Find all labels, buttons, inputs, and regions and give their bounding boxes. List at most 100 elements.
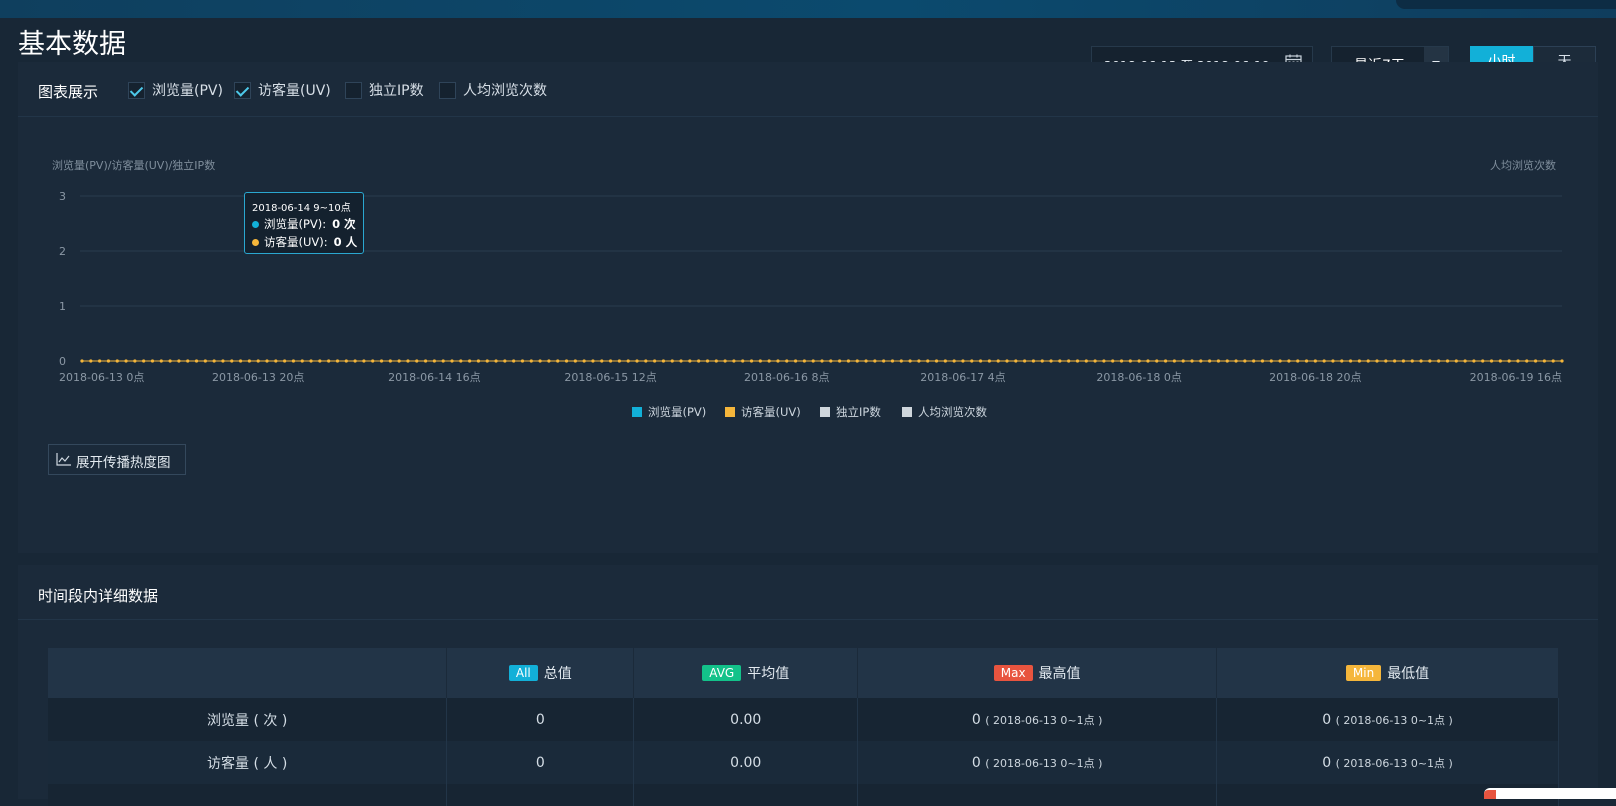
data-point (741, 359, 745, 363)
row-metric-name: 浏览量 ( 次 ) (48, 698, 448, 741)
data-point (1542, 359, 1546, 363)
row-total: 0 (446, 698, 635, 741)
data-point (309, 359, 313, 363)
table-header-row: All 总值 AVG 平均值 Max 最高值 Min 最低值 (48, 648, 1559, 698)
data-point (864, 359, 868, 363)
x-tick-label: 2018-06-19 16点 (1470, 371, 1562, 384)
data-point (917, 359, 921, 363)
data-point (1401, 359, 1406, 363)
data-point (767, 359, 771, 363)
row-empty (633, 784, 859, 806)
data-point (705, 359, 710, 363)
x-tick-label: 2018-06-16 8点 (744, 371, 829, 384)
tooltip-pv-row: 浏览量(PV): 0 次 (252, 216, 363, 232)
data-point (1340, 359, 1344, 363)
row-avg: 0.00 (633, 741, 859, 784)
data-point (600, 359, 604, 363)
expand-heatmap-button[interactable]: 展开传播热度图 (48, 444, 186, 475)
x-tick-label: 2018-06-13 0点 (59, 371, 144, 384)
data-point (335, 359, 340, 363)
data-point (459, 359, 463, 363)
data-point (212, 359, 216, 363)
data-point (1216, 359, 1221, 363)
data-point (564, 359, 569, 363)
legend-label-uv: 访客量(UV) (741, 405, 801, 419)
data-point (1384, 359, 1388, 363)
x-tick-label: 2018-06-17 4点 (920, 371, 1005, 384)
table-header-avg: AVG 平均值 (633, 648, 859, 698)
data-point (1278, 359, 1282, 363)
data-point (1252, 359, 1256, 363)
data-point (344, 359, 348, 363)
row-max: 0 ( 2018-06-13 0~1点 ) (857, 741, 1218, 784)
data-point (626, 359, 630, 363)
row-min-value: 0 (1322, 754, 1332, 771)
uv-dot-icon (252, 238, 259, 246)
data-point (776, 359, 780, 363)
data-point (265, 359, 269, 363)
data-point (679, 359, 683, 363)
detail-panel-label: 时间段内详细数据 (38, 587, 159, 605)
data-point (1437, 359, 1441, 363)
badge-max: Max (993, 665, 1033, 681)
data-point (1058, 359, 1062, 363)
data-point (855, 359, 859, 363)
data-point (943, 359, 947, 363)
data-point (98, 359, 102, 363)
data-point (485, 359, 489, 363)
data-point (512, 359, 516, 363)
data-point (1472, 359, 1476, 363)
row-metric-name: 访客量 ( 人 ) (48, 741, 448, 784)
table-header-metric (48, 648, 448, 698)
data-point (1393, 359, 1397, 363)
data-point (1049, 359, 1053, 363)
badge-all: All (508, 665, 538, 681)
floating-widget[interactable] (1484, 788, 1616, 799)
data-point (1093, 359, 1097, 363)
data-point (723, 359, 727, 363)
row-max-value: 0 (971, 754, 981, 771)
tooltip-uv-label: 访客量(UV): (264, 235, 328, 249)
data-point (115, 359, 119, 363)
legend-item-avg-views[interactable]: 人均浏览次数 (902, 404, 987, 420)
data-point (785, 359, 789, 363)
data-point (142, 359, 146, 363)
data-point (582, 359, 586, 363)
data-point (318, 359, 322, 363)
line-chart-icon (56, 453, 71, 466)
legend-item-pv[interactable]: 浏览量(PV) (632, 404, 706, 420)
data-point (476, 359, 481, 363)
data-point (529, 359, 533, 363)
line-chart[interactable]: 0 1 2 3 2018-06-13 0点 2018-06-13 20点 2018-06-1… (0, 0, 1616, 400)
data-point (133, 359, 137, 363)
data-point (608, 359, 613, 363)
data-point (300, 359, 304, 363)
data-point (1313, 359, 1317, 363)
data-point (203, 359, 207, 363)
data-point (221, 359, 225, 363)
data-point (952, 359, 956, 363)
data-point (1225, 359, 1229, 363)
data-point (1199, 359, 1203, 363)
data-point (150, 359, 155, 363)
chart-tooltip: 2018-06-14 9~10点 浏览量(PV): 0 次 访客量(UV): 0 人 (244, 192, 364, 254)
data-point (1128, 359, 1132, 363)
data-point (635, 359, 639, 363)
table-header-max: Max 最高值 (857, 648, 1218, 698)
data-point (838, 359, 842, 363)
legend-item-uv[interactable]: 访客量(UV) (725, 404, 801, 420)
data-point (1428, 359, 1432, 363)
header-avg-label: 平均值 (747, 666, 790, 682)
legend-item-ip[interactable]: 独立IP数 (820, 404, 881, 420)
data-point (1243, 359, 1247, 363)
data-point (644, 359, 648, 363)
data-point (503, 359, 507, 363)
data-point (1075, 359, 1080, 363)
pv-dot-icon (252, 220, 259, 228)
legend-swatch-ip (820, 407, 830, 417)
data-point (547, 359, 551, 363)
data-point (829, 359, 833, 363)
data-point (987, 359, 991, 363)
data-point (802, 359, 806, 363)
data-point (1005, 359, 1009, 363)
